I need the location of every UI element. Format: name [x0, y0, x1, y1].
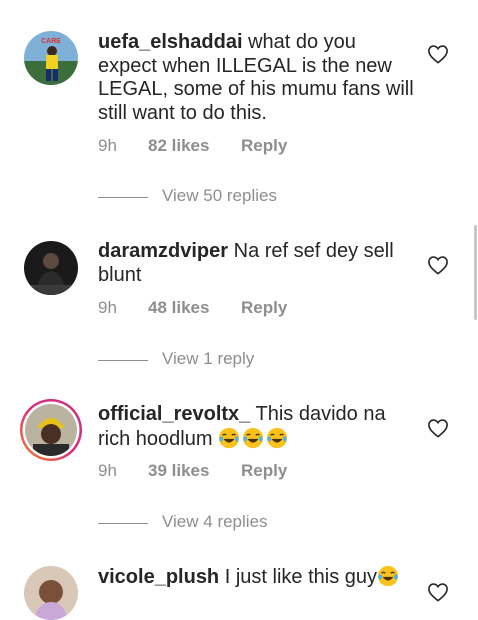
avatar-image-icon	[24, 241, 78, 295]
avatar-image-icon: CARE	[24, 31, 78, 85]
comment-body: I just like this guy	[219, 566, 377, 588]
laughing-emoji-icon	[266, 427, 288, 448]
comment-text: vicole_plush I just like this guy	[98, 565, 416, 590]
laughing-emoji-icon	[242, 427, 264, 448]
view-replies-line	[98, 197, 148, 198]
scrollbar[interactable]	[474, 225, 477, 320]
avatar-image-icon	[24, 566, 78, 620]
comment-username[interactable]: vicole_plush	[98, 566, 219, 588]
view-replies-line	[98, 523, 148, 524]
avatar[interactable]: CARE	[24, 31, 78, 85]
comment-text: official_revoltx_ This davido na rich ho…	[98, 403, 416, 451]
comment-likes[interactable]: 39 likes	[148, 461, 209, 481]
laughing-emoji-icon	[218, 427, 240, 448]
view-replies-label: View 4 replies	[162, 512, 268, 531]
comment-likes[interactable]: 82 likes	[148, 136, 209, 156]
heart-outline-icon[interactable]	[427, 418, 449, 438]
view-replies-line	[98, 360, 148, 361]
comment-text: daramzdviper Na ref sef dey sell blunt	[98, 240, 416, 287]
heart-outline-icon[interactable]	[427, 582, 449, 602]
comment-text: uefa_elshaddai what do you expect when I…	[98, 31, 416, 125]
heart-outline-icon[interactable]	[427, 44, 449, 64]
avatar-story-ring[interactable]	[19, 398, 83, 462]
heart-outline-icon[interactable]	[427, 255, 449, 275]
view-replies-label: View 1 reply	[162, 349, 255, 368]
avatar[interactable]	[24, 566, 78, 620]
comment-username[interactable]: uefa_elshaddai	[98, 31, 243, 53]
reply-button[interactable]: Reply	[241, 461, 287, 481]
comment-time: 9h	[98, 461, 117, 480]
reply-button[interactable]: Reply	[241, 298, 287, 318]
reply-button[interactable]: Reply	[241, 136, 287, 156]
view-replies-label: View 50 replies	[162, 186, 277, 205]
avatar-image-icon	[20, 399, 82, 461]
comment-time: 9h	[98, 136, 117, 155]
comment-username[interactable]: daramzdviper	[98, 240, 228, 262]
comment-username[interactable]: official_revoltx_	[98, 403, 250, 425]
comment-likes[interactable]: 48 likes	[148, 298, 209, 318]
avatar[interactable]	[24, 241, 78, 295]
svg-text:CARE: CARE	[41, 38, 61, 45]
comment-time: 9h	[98, 298, 117, 317]
laughing-emoji-icon	[377, 565, 399, 587]
